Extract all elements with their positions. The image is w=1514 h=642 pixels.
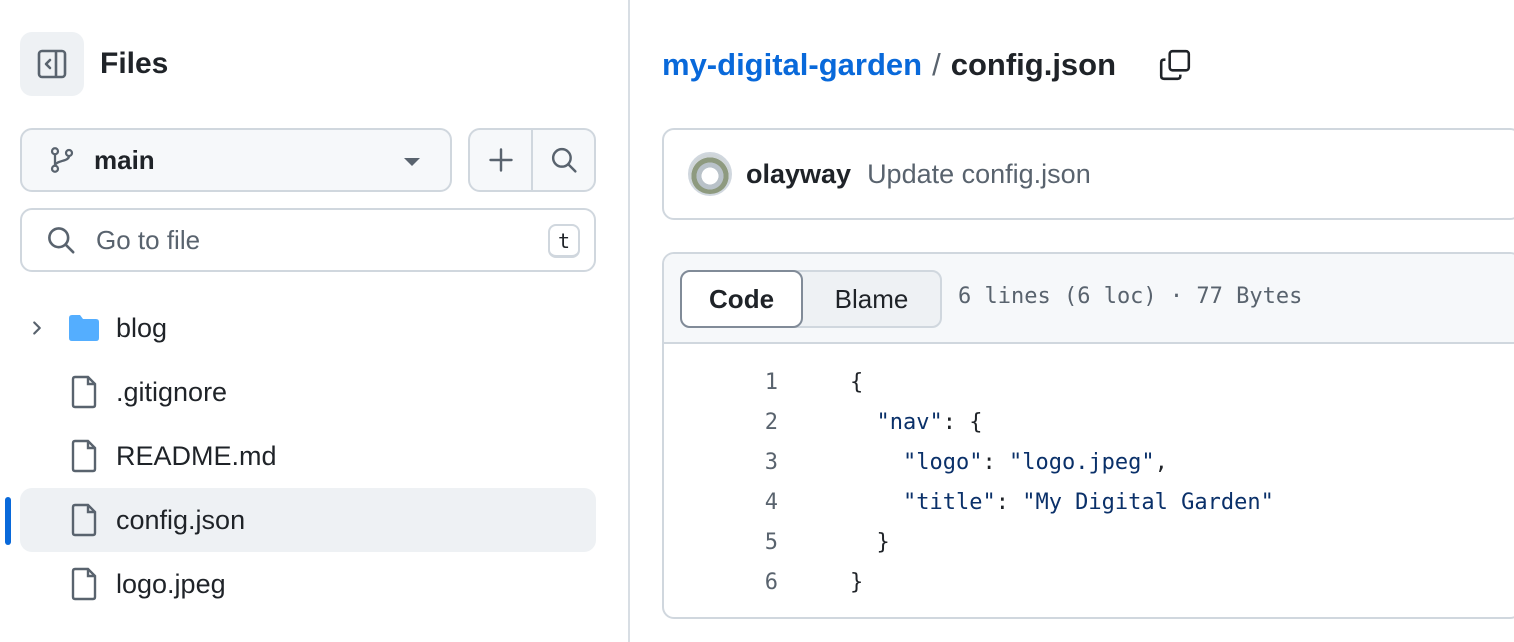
- file-stats: 6 lines (6 loc) · 77 Bytes: [958, 284, 1303, 309]
- folder-icon: [66, 310, 102, 346]
- tree-item-label: README.md: [116, 441, 277, 471]
- file-icon: [66, 438, 102, 474]
- tree-item-config-json[interactable]: config.json: [20, 488, 596, 552]
- copy-icon: [1159, 49, 1191, 81]
- file-icon: [66, 566, 102, 602]
- copy-path-button[interactable]: [1156, 46, 1194, 84]
- code-view[interactable]: 1 { 2 "nav": { 3 "logo": "logo.jpeg", 4 …: [664, 362, 1514, 602]
- git-branch-icon: [48, 144, 80, 176]
- line-number[interactable]: 1: [664, 370, 778, 395]
- search-code-button[interactable]: [531, 130, 594, 190]
- json-key: "title": [902, 489, 996, 515]
- file-icon: [66, 374, 102, 410]
- go-to-file-placeholder: Go to file: [96, 224, 201, 255]
- tree-item-gitignore[interactable]: .gitignore: [20, 360, 596, 424]
- line-number[interactable]: 5: [664, 530, 778, 555]
- code-line: 6 }: [664, 562, 1514, 602]
- sidebar-resize-handle[interactable]: [628, 0, 630, 642]
- tree-item-readme[interactable]: README.md: [20, 424, 596, 488]
- file-tree: blog .gitignore README.md config.json lo…: [20, 296, 596, 616]
- code-text: "title": "My Digital Garden": [902, 489, 1274, 515]
- tree-item-blog[interactable]: blog: [20, 296, 596, 360]
- code-line: 1 {: [664, 362, 1514, 402]
- code-text: "logo": "logo.jpeg",: [902, 449, 1168, 475]
- tree-item-label: blog: [116, 313, 168, 343]
- search-icon: [46, 224, 78, 256]
- branch-selector-button[interactable]: main: [20, 128, 452, 192]
- file-tree-sidebar: Files main Go to file t blog .gitignore …: [0, 0, 628, 642]
- tree-item-label: logo.jpeg: [116, 569, 226, 599]
- code-text: }: [850, 529, 890, 555]
- file-icon: [66, 502, 102, 538]
- branch-name: main: [94, 144, 155, 175]
- go-to-file-input[interactable]: Go to file t: [20, 208, 596, 272]
- code-line: 3 "logo": "logo.jpeg",: [664, 442, 1514, 482]
- json-value: "logo.jpeg": [1008, 449, 1155, 475]
- breadcrumb-current-file: config.json: [950, 47, 1117, 82]
- code-text: "nav": {: [876, 409, 983, 435]
- keyboard-shortcut-hint: t: [548, 224, 580, 258]
- view-mode-toggle: Code Blame: [680, 270, 942, 328]
- add-file-button[interactable]: [470, 130, 531, 190]
- tab-blame[interactable]: Blame: [803, 272, 940, 326]
- search-icon: [551, 147, 577, 173]
- caret-down-icon: [404, 158, 420, 166]
- code-text: {: [850, 369, 864, 395]
- file-viewer-header: Code Blame 6 lines (6 loc) · 77 Bytes: [664, 254, 1514, 344]
- line-number[interactable]: 2: [664, 410, 778, 435]
- json-key: "nav": [876, 409, 943, 435]
- tree-item-label: .gitignore: [116, 377, 228, 407]
- tree-actions-group: [468, 128, 596, 192]
- breadcrumb: my-digital-garden / config.json: [662, 44, 1116, 86]
- tree-item-logo-jpeg[interactable]: logo.jpeg: [20, 552, 596, 616]
- tab-code[interactable]: Code: [680, 270, 804, 328]
- selected-item-indicator: [5, 497, 11, 545]
- plus-icon: [488, 148, 513, 172]
- commit-author-link[interactable]: olayway: [746, 159, 851, 190]
- breadcrumb-separator: /: [932, 47, 941, 82]
- line-number[interactable]: 4: [664, 490, 778, 515]
- breadcrumb-repo-link[interactable]: my-digital-garden: [662, 44, 922, 86]
- code-line: 4 "title": "My Digital Garden": [664, 482, 1514, 522]
- sidebar-title: Files: [100, 47, 169, 80]
- code-line: 2 "nav": {: [664, 402, 1514, 442]
- tree-item-label: config.json: [116, 505, 246, 535]
- json-key: "logo": [902, 449, 983, 475]
- commit-message-link[interactable]: Update config.json: [867, 159, 1091, 190]
- code-text: }: [850, 569, 864, 595]
- sidebar-collapse-icon: [37, 49, 67, 79]
- avatar[interactable]: [688, 152, 732, 196]
- json-value: "My Digital Garden": [1022, 489, 1274, 515]
- chevron-right-icon[interactable]: [28, 316, 50, 340]
- file-viewer: Code Blame 6 lines (6 loc) · 77 Bytes 1 …: [662, 252, 1514, 619]
- code-line: 5 }: [664, 522, 1514, 562]
- line-number[interactable]: 3: [664, 450, 778, 475]
- line-number[interactable]: 6: [664, 570, 778, 595]
- latest-commit-box: olayway Update config.json: [662, 128, 1514, 220]
- sidebar-toggle-button[interactable]: [20, 32, 84, 96]
